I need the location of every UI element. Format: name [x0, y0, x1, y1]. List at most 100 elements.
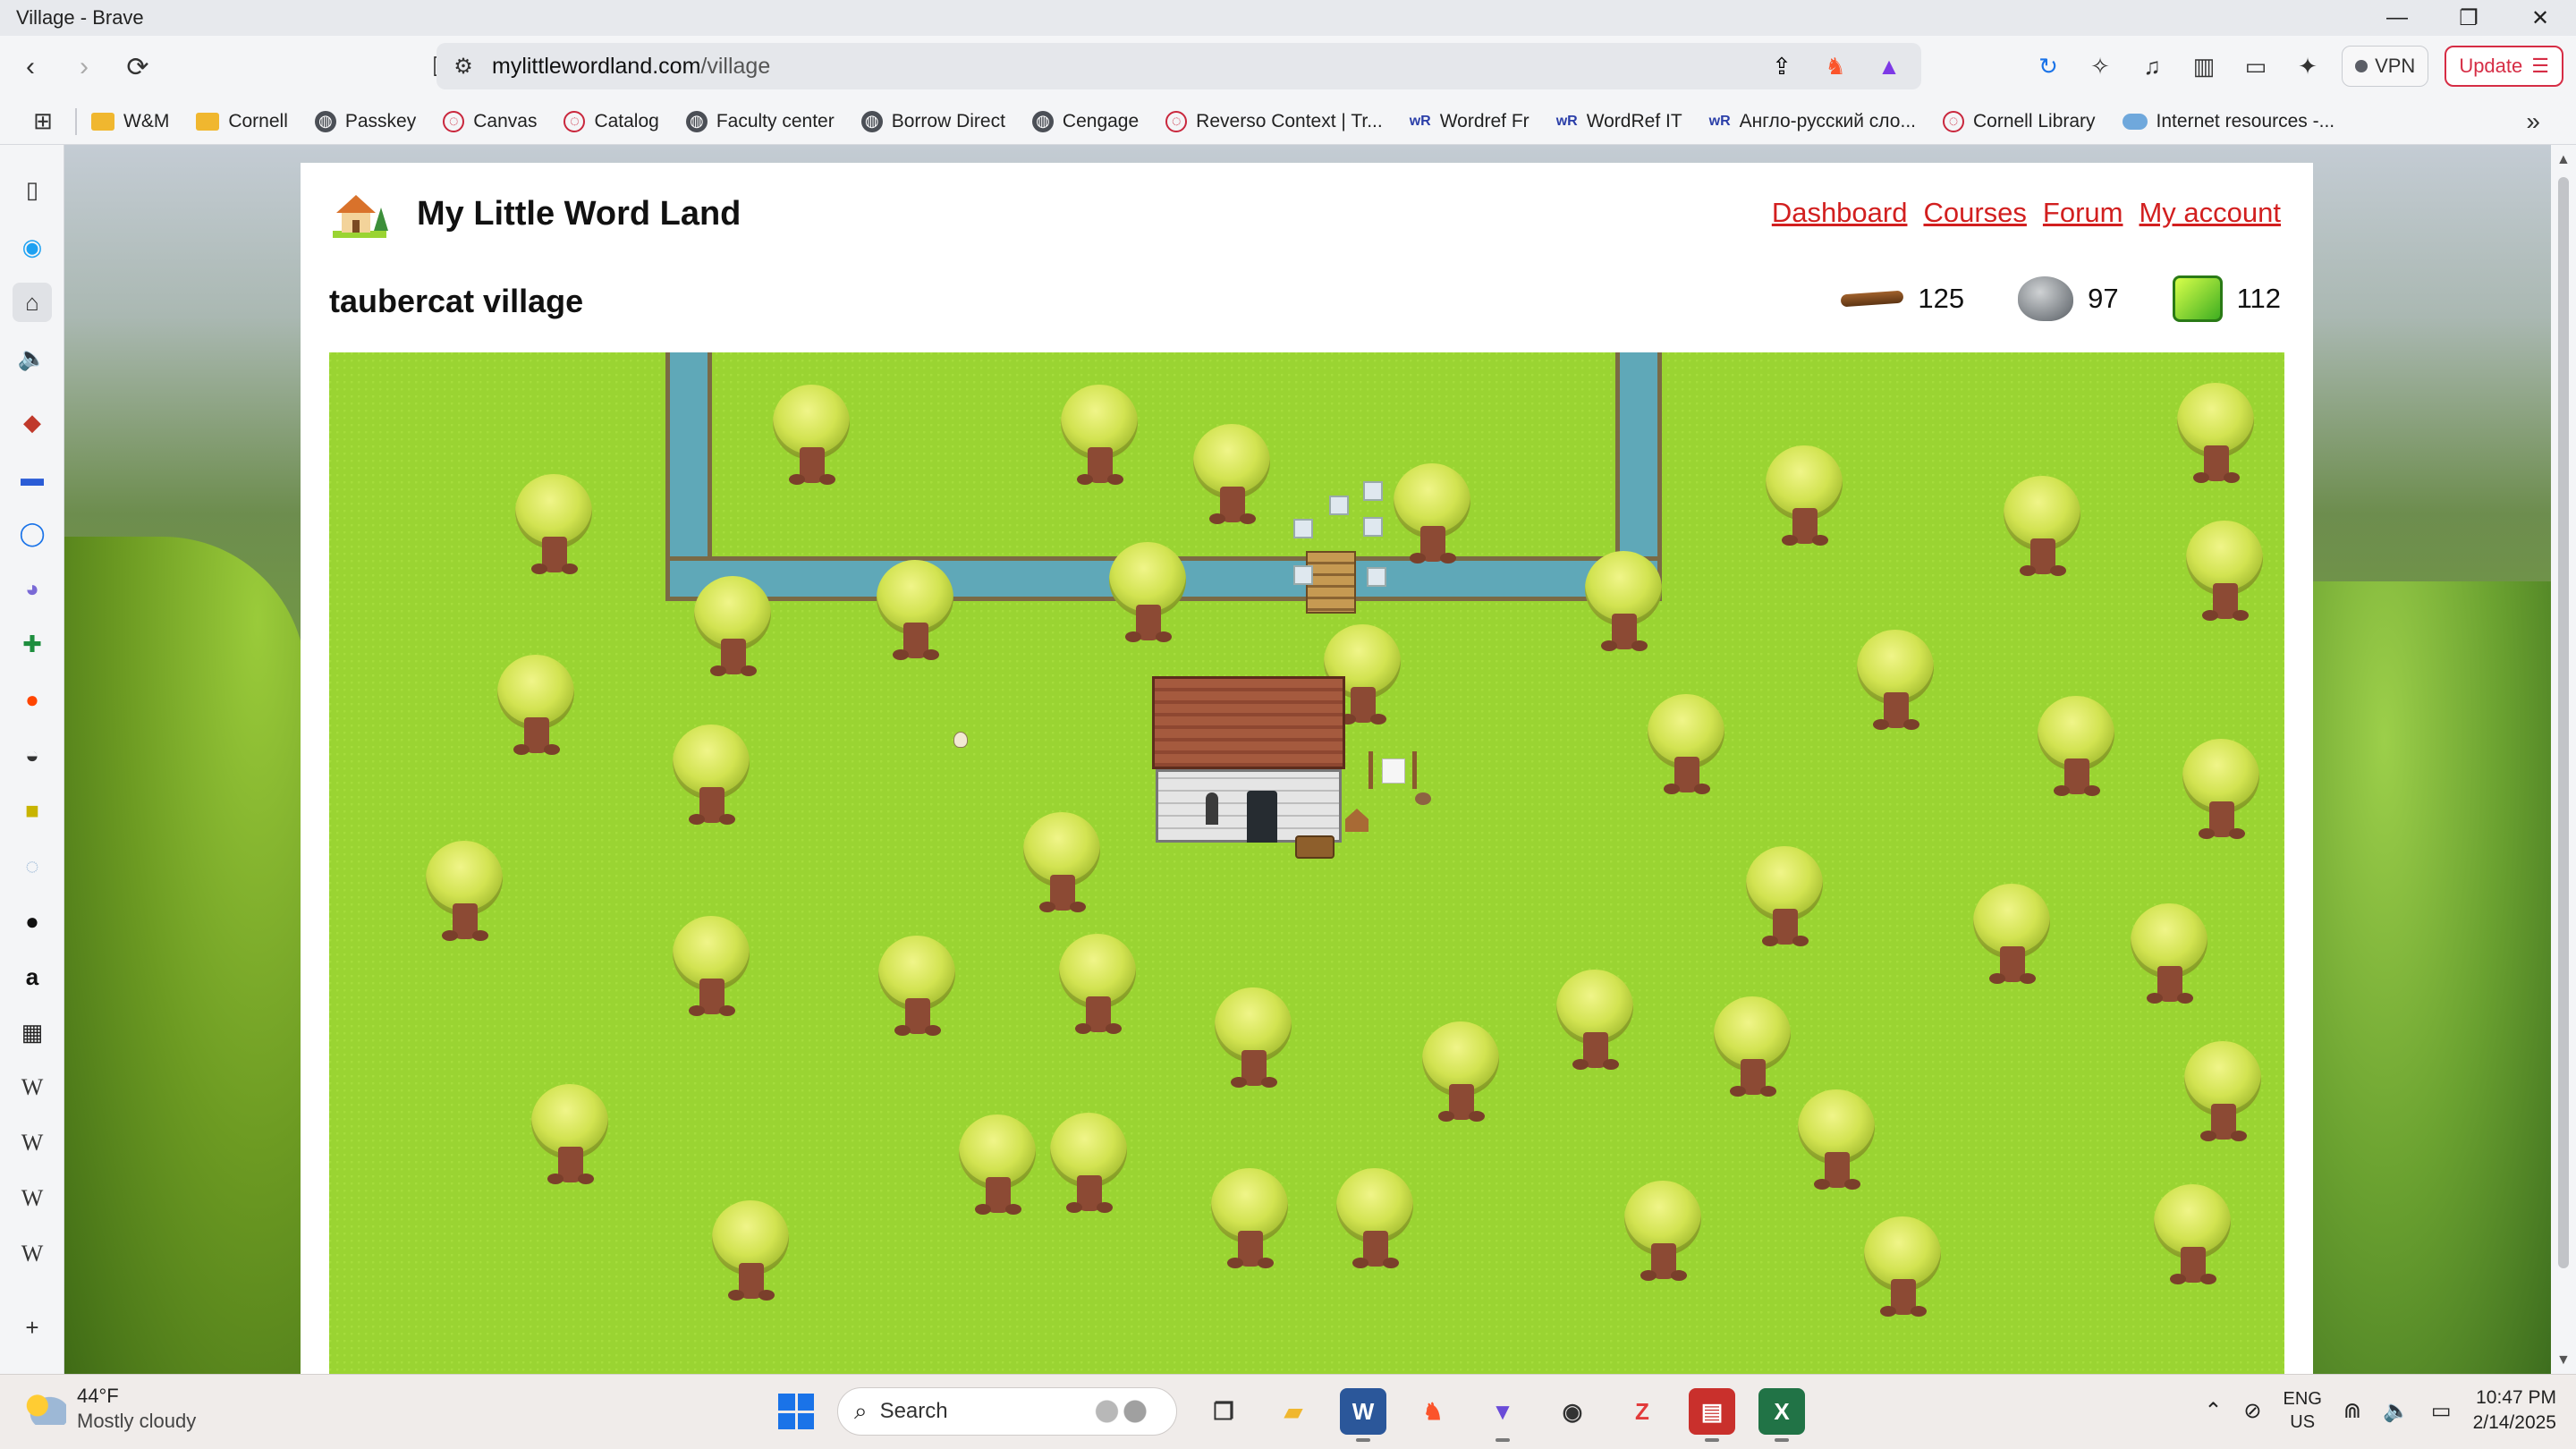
tree[interactable]	[1061, 385, 1138, 485]
doghouse[interactable]	[1345, 809, 1368, 832]
ai-icon[interactable]: ✦	[2290, 43, 2326, 89]
sidebar-russia-flag-icon[interactable]: ▬	[13, 458, 52, 497]
tree[interactable]	[497, 655, 574, 755]
tree[interactable]	[1422, 1021, 1499, 1122]
tree[interactable]	[426, 841, 503, 941]
tree[interactable]	[515, 474, 592, 574]
tree[interactable]	[673, 724, 750, 825]
bookmark-wordref-fr[interactable]: wR Wordref Fr	[1410, 111, 1530, 132]
bookmark-canvas[interactable]: ◌ Canvas	[443, 110, 537, 132]
sidebar-app-icon[interactable]: ◆	[13, 402, 52, 442]
sidebar-app-icon[interactable]: ✚	[13, 624, 52, 664]
bookmark-cornell-library[interactable]: ◌ Cornell Library	[1942, 110, 2096, 132]
word-icon[interactable]: W	[1340, 1388, 1386, 1442]
scroll-up-icon[interactable]: ▲	[2556, 152, 2571, 168]
clock[interactable]: 10:47 PM 2/14/2025	[2473, 1385, 2556, 1436]
sidebar-amazon-icon[interactable]: a	[13, 957, 52, 996]
tree[interactable]	[1050, 1113, 1127, 1213]
site-title[interactable]: My Little Word Land	[417, 195, 741, 233]
reload-button[interactable]: ⟳	[114, 44, 161, 90]
brave-shields-icon[interactable]: ♞	[1818, 48, 1853, 84]
sidebar-app-icon[interactable]: ◒	[13, 735, 52, 775]
tree[interactable]	[1857, 630, 1934, 730]
tree[interactable]	[1023, 812, 1100, 912]
chevron-up-icon[interactable]: ⌃	[2204, 1398, 2222, 1424]
tree[interactable]	[1714, 996, 1791, 1097]
bookmark-anglo-russian[interactable]: wR Англо-русский сло...	[1709, 111, 1916, 132]
scroll-down-icon[interactable]: ▼	[2556, 1352, 2571, 1368]
sidebar-search-icon[interactable]: ◯	[13, 513, 52, 553]
tree[interactable]	[1585, 551, 1662, 651]
tree[interactable]	[531, 1084, 608, 1184]
brave-rewards-icon[interactable]: ▲	[1871, 48, 1907, 84]
wifi-icon[interactable]: ⋒	[2343, 1398, 2361, 1424]
bookmark-wm[interactable]: W&M	[91, 111, 169, 132]
vpn-button[interactable]: VPN	[2342, 46, 2429, 87]
sidebar-wikipedia-icon[interactable]: W	[13, 1234, 52, 1274]
tree[interactable]	[1746, 846, 1823, 946]
tree[interactable]	[2038, 696, 2114, 796]
sidebar-audio-icon[interactable]: 🔈	[13, 338, 52, 377]
tree[interactable]	[1211, 1168, 1288, 1268]
tree[interactable]	[2186, 521, 2263, 621]
sidebar-panel-icon[interactable]: ▯	[13, 170, 52, 209]
pdf-reader-icon[interactable]: ▤	[1689, 1388, 1735, 1442]
proton-vpn-icon[interactable]: ▼	[1479, 1388, 1526, 1442]
tree[interactable]	[1556, 970, 1633, 1070]
tree[interactable]	[2004, 476, 2080, 576]
tree[interactable]	[1215, 987, 1292, 1088]
file-explorer-icon[interactable]: ▰	[1270, 1388, 1317, 1435]
more-bookmarks-icon[interactable]: »	[2526, 107, 2540, 136]
sidebar-app-icon[interactable]: ◉	[13, 227, 52, 267]
bookmark-wordref-it[interactable]: wR WordRef IT	[1556, 111, 1682, 132]
tree[interactable]	[694, 576, 771, 676]
language-indicator[interactable]: ENG US	[2284, 1387, 2322, 1434]
extensions-icon[interactable]: ✧	[2082, 43, 2118, 89]
sidebar-reddit-icon[interactable]: ●	[13, 680, 52, 719]
tree[interactable]	[1109, 542, 1186, 642]
taskbar-search[interactable]: ⌕ Search	[837, 1387, 1177, 1436]
nav-my-account-link[interactable]: My account	[2139, 197, 2281, 229]
nav-dashboard-link[interactable]: Dashboard	[1772, 197, 1908, 229]
scrollbar-thumb[interactable]	[2558, 177, 2569, 1268]
battery-icon[interactable]: ▭	[2431, 1398, 2452, 1424]
apps-grid-icon[interactable]: ⊞	[21, 104, 64, 140]
bookmark-borrow-direct[interactable]: ◍ Borrow Direct	[860, 110, 1005, 132]
sidebar-info-icon[interactable]: ●	[13, 902, 52, 941]
wooden-bridge[interactable]	[1306, 551, 1356, 614]
village-house[interactable]	[1152, 676, 1345, 843]
bookmark-reverso[interactable]: ◌ Reverso Context | Tr...	[1165, 110, 1383, 132]
page-scrollbar[interactable]: ▲ ▼	[2551, 145, 2576, 1374]
minimize-button[interactable]: —	[2361, 0, 2433, 36]
village-map[interactable]	[329, 352, 2284, 1374]
forward-button[interactable]: ›	[61, 44, 107, 90]
house-logo-icon[interactable]	[329, 186, 388, 240]
tree[interactable]	[712, 1200, 789, 1301]
address-bar[interactable]: ⚙ mylittlewordland.com/village ⇪ ♞ ▲	[436, 43, 1921, 89]
tree[interactable]	[1648, 694, 1724, 794]
site-settings-icon[interactable]: ⚙	[445, 54, 481, 80]
windows-start-icon[interactable]	[778, 1394, 814, 1429]
tree[interactable]	[878, 936, 955, 1036]
tree[interactable]	[773, 385, 850, 485]
tray-app-icon[interactable]: ⊘	[2243, 1398, 2261, 1424]
bookmark-catalog[interactable]: ◌ Catalog	[564, 110, 659, 132]
weather-widget[interactable]: 44°F Mostly cloudy	[25, 1384, 196, 1434]
share-icon[interactable]: ⇪	[1764, 48, 1800, 84]
brave-browser-icon[interactable]: ♞	[1410, 1388, 1456, 1435]
tree[interactable]	[2182, 739, 2259, 839]
close-button[interactable]: ✕	[2504, 0, 2576, 36]
tree[interactable]	[1766, 445, 1843, 546]
task-view-icon[interactable]: ❐	[1200, 1388, 1247, 1435]
tree[interactable]	[1624, 1181, 1701, 1281]
bookmark-internet-resources[interactable]: Internet resources -...	[2122, 111, 2334, 132]
clothesline[interactable]	[1368, 751, 1417, 789]
url-text[interactable]: mylittlewordland.com/village	[492, 54, 770, 80]
bookmark-passkey[interactable]: ◍ Passkey	[314, 110, 416, 132]
tree[interactable]	[1059, 934, 1136, 1034]
sidebar-app-icon[interactable]: ■	[13, 791, 52, 830]
zotero-icon[interactable]: Z	[1619, 1388, 1665, 1435]
tree[interactable]	[2131, 903, 2207, 1004]
sidebar-wikipedia-icon[interactable]: W	[13, 1068, 52, 1107]
restore-button[interactable]: ❐	[2433, 0, 2504, 36]
